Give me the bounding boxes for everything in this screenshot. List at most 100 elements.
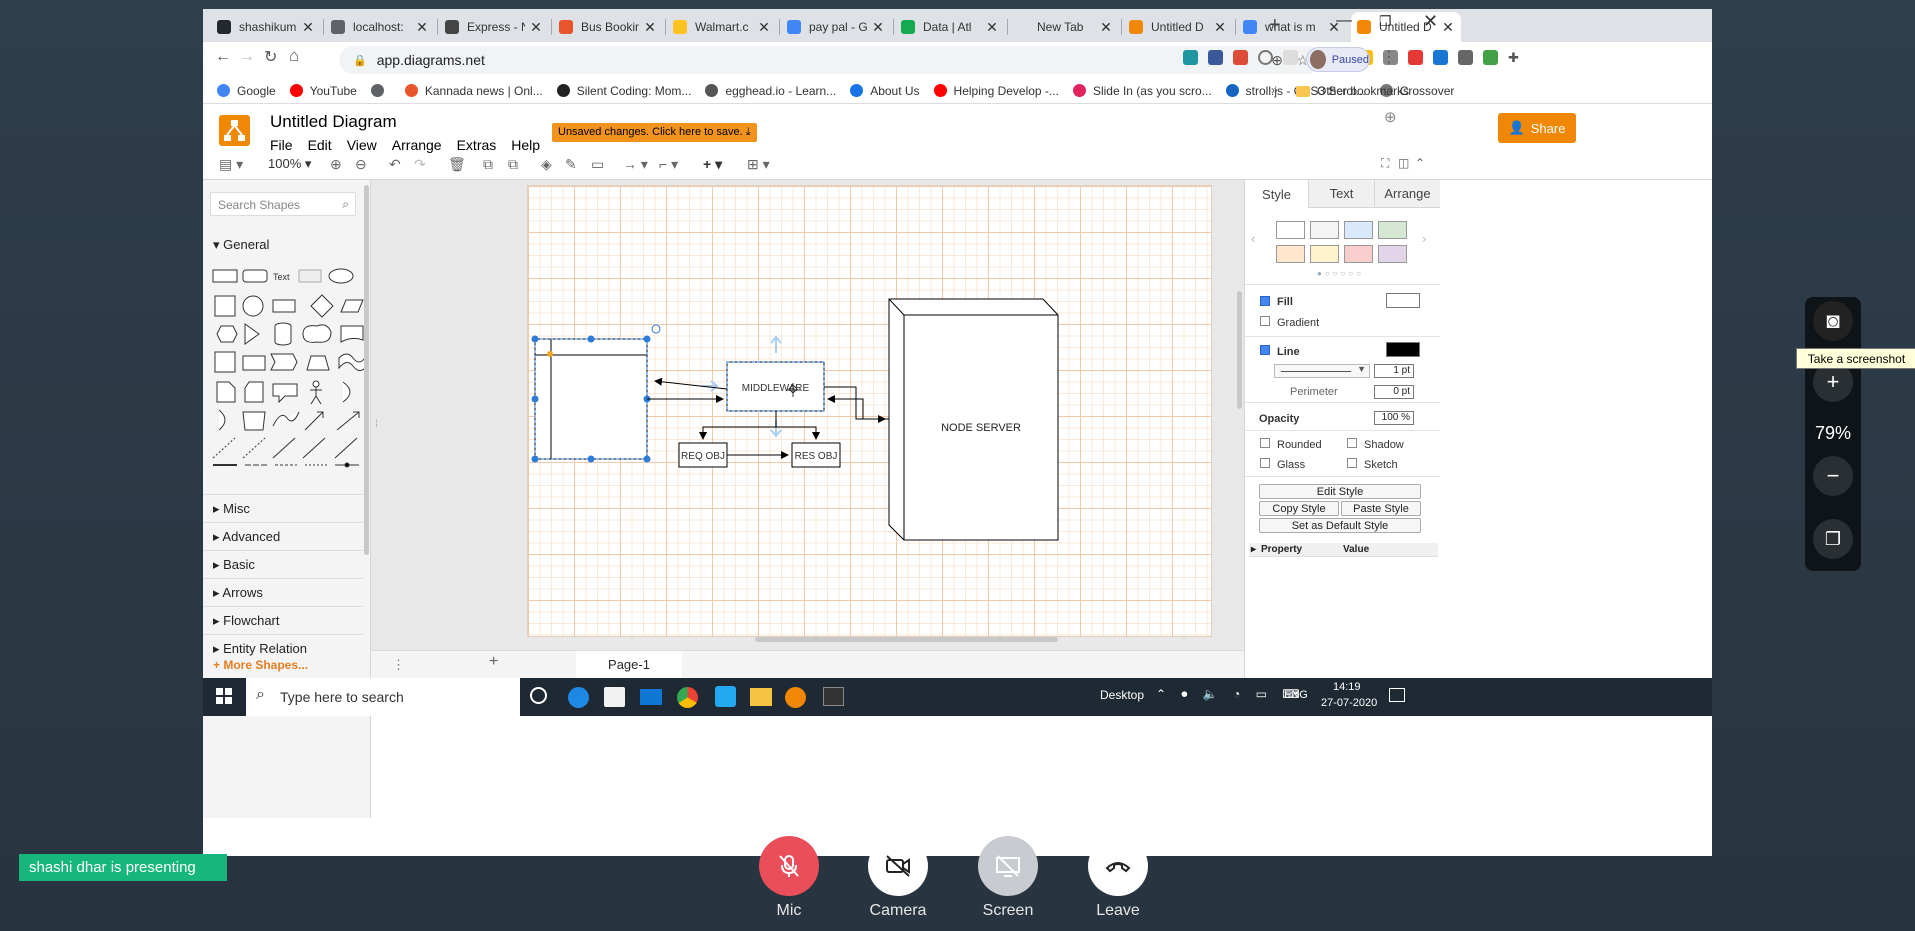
chrome-icon[interactable]: [677, 687, 698, 708]
style-swatch[interactable]: [1310, 245, 1339, 263]
undo-icon[interactable]: ↶: [389, 156, 401, 173]
search-shapes-input[interactable]: Search Shapes ⌕: [210, 192, 356, 216]
section-advanced[interactable]: ▸ Advanced: [203, 522, 363, 545]
menu-file[interactable]: File: [270, 137, 293, 153]
unsaved-changes-button[interactable]: Unsaved changes. Click here to save. ⤓: [552, 123, 757, 142]
bookmark-item[interactable]: [370, 84, 391, 97]
more-shapes-button[interactable]: + More Shapes...: [213, 658, 308, 672]
sketch-checkbox[interactable]: [1347, 458, 1357, 468]
bookmark-item[interactable]: Kannada news | Onl...: [404, 84, 543, 98]
to-front-icon[interactable]: ⧉: [483, 156, 493, 173]
paste-style-button[interactable]: Paste Style: [1341, 501, 1421, 516]
resize-point[interactable]: [547, 351, 553, 357]
zoom-in-icon[interactable]: ⊕: [330, 156, 342, 173]
zoom-out-icon[interactable]: ⊖: [355, 156, 367, 173]
middleware-shape[interactable]: MIDDLEWARE: [726, 361, 825, 412]
close-tab-icon[interactable]: ✕: [529, 19, 543, 36]
menu-view[interactable]: View: [347, 137, 377, 153]
section-arrows[interactable]: ▸ Arrows: [203, 578, 363, 601]
close-tab-icon[interactable]: ✕: [871, 19, 885, 36]
bookmark-item[interactable]: egghead.io - Learn...: [705, 84, 836, 98]
rotate-handle[interactable]: [651, 324, 661, 334]
opacity-input[interactable]: 100 %: [1374, 411, 1414, 425]
camera-button[interactable]: [868, 836, 928, 896]
style-swatch[interactable]: [1378, 245, 1407, 263]
table-icon[interactable]: ⊞ ▾: [747, 156, 770, 173]
fill-checkbox[interactable]: [1260, 296, 1270, 306]
explorer-icon[interactable]: [750, 688, 772, 706]
rounded-checkbox[interactable]: [1260, 438, 1270, 448]
canvas-horizontal-scrollbar[interactable]: [755, 637, 1058, 642]
property-expand-icon[interactable]: ▸: [1251, 544, 1256, 555]
section-flowchart[interactable]: ▸ Flowchart: [203, 606, 363, 629]
diagram-svg[interactable]: MIDDLEWARE NODE SERVER REQ OBJ RES OBJ: [527, 185, 1212, 637]
connection-icon[interactable]: → ▾: [623, 156, 648, 173]
close-tab-icon[interactable]: ✕: [1441, 19, 1455, 36]
reload-icon[interactable]: ↻: [264, 47, 277, 67]
other-bookmarks[interactable]: Other bookmarks: [1296, 84, 1409, 98]
req-obj-shape[interactable]: REQ OBJ: [678, 442, 728, 468]
edit-style-button[interactable]: Edit Style: [1259, 484, 1421, 499]
style-swatch[interactable]: [1344, 221, 1373, 239]
vscode-icon[interactable]: [715, 686, 736, 707]
close-tab-icon[interactable]: ✕: [757, 19, 771, 36]
tab-text[interactable]: Text: [1309, 180, 1375, 208]
add-page-button[interactable]: +: [489, 653, 498, 671]
close-tab-icon[interactable]: ✕: [1099, 19, 1113, 36]
gradient-checkbox[interactable]: [1260, 316, 1270, 326]
screen-share-button[interactable]: [978, 836, 1038, 896]
windows-start-icon[interactable]: [216, 688, 232, 704]
close-tab-icon[interactable]: ✕: [415, 19, 429, 36]
pages-menu-icon[interactable]: ⋮: [392, 657, 405, 673]
close-tab-icon[interactable]: ✕: [985, 19, 999, 36]
copy-icon[interactable]: ❐: [1813, 519, 1853, 559]
clock-time[interactable]: 14:19: [1333, 681, 1361, 693]
browser-tab[interactable]: Walmart.c ✕: [667, 12, 777, 42]
section-general[interactable]: ▾ General: [203, 237, 363, 253]
close-tab-icon[interactable]: ✕: [643, 19, 657, 36]
redo-icon[interactable]: ↷: [414, 156, 426, 173]
fill-color-swatch[interactable]: [1386, 293, 1420, 308]
section-misc[interactable]: ▸ Misc: [203, 494, 363, 517]
browser-tab[interactable]: Express - N ✕: [439, 12, 549, 42]
style-swatch[interactable]: [1344, 245, 1373, 263]
table-shape[interactable]: [534, 338, 648, 460]
mic-button[interactable]: [759, 836, 819, 896]
line-width-input[interactable]: 1 pt: [1374, 364, 1414, 378]
browser-tab[interactable]: localhost: ✕: [325, 12, 435, 42]
bookmark-item[interactable]: YouTube: [289, 84, 357, 98]
bookmark-item[interactable]: Helping Develop -...: [933, 84, 1059, 98]
bookmarks-overflow-icon[interactable]: »: [1271, 83, 1278, 97]
hover-arrow-up[interactable]: [770, 335, 782, 353]
browser-tab-active[interactable]: Untitled D ✕: [1351, 12, 1461, 42]
leave-button[interactable]: [1088, 836, 1148, 896]
browser-tab[interactable]: Untitled D ✕: [1123, 12, 1233, 42]
fullscreen-icon[interactable]: ⛶: [1381, 156, 1389, 171]
menu-extras[interactable]: Extras: [457, 137, 497, 153]
browser-tab[interactable]: New Tab ✕: [1009, 12, 1119, 42]
shadow-checkbox[interactable]: [1347, 438, 1357, 448]
store-icon[interactable]: [604, 687, 625, 707]
res-obj-shape[interactable]: RES OBJ: [791, 442, 841, 468]
extension-icon[interactable]: [1283, 50, 1298, 65]
extension-icon[interactable]: [1458, 50, 1473, 65]
drawio-taskbar-icon[interactable]: [785, 687, 806, 708]
delete-icon[interactable]: 🗑: [448, 156, 466, 173]
extension-icon[interactable]: [1233, 50, 1248, 65]
line-color-icon[interactable]: ✎: [565, 156, 577, 173]
waypoints-icon[interactable]: ⌐ ▾: [659, 156, 678, 173]
diagram-title[interactable]: Untitled Diagram: [270, 112, 397, 132]
copy-style-button[interactable]: Copy Style: [1259, 501, 1339, 516]
zoom-select[interactable]: 100% ▾: [268, 156, 311, 172]
line-pattern-select[interactable]: ▼: [1274, 364, 1370, 378]
fill-color-icon[interactable]: ◈: [541, 156, 552, 173]
glass-checkbox[interactable]: [1260, 458, 1270, 468]
general-shapes-grid[interactable]: Text: [207, 260, 367, 475]
zoom-out-button[interactable]: −: [1813, 456, 1853, 496]
minimize-button[interactable]: —: [1336, 12, 1352, 30]
menu-arrange[interactable]: Arrange: [392, 137, 442, 153]
panel-splitter-icon[interactable]: ⁞: [375, 419, 378, 430]
extension-icon[interactable]: [1208, 50, 1223, 65]
menu-help[interactable]: Help: [511, 137, 540, 153]
canvas-vertical-scrollbar[interactable]: [1237, 291, 1242, 409]
